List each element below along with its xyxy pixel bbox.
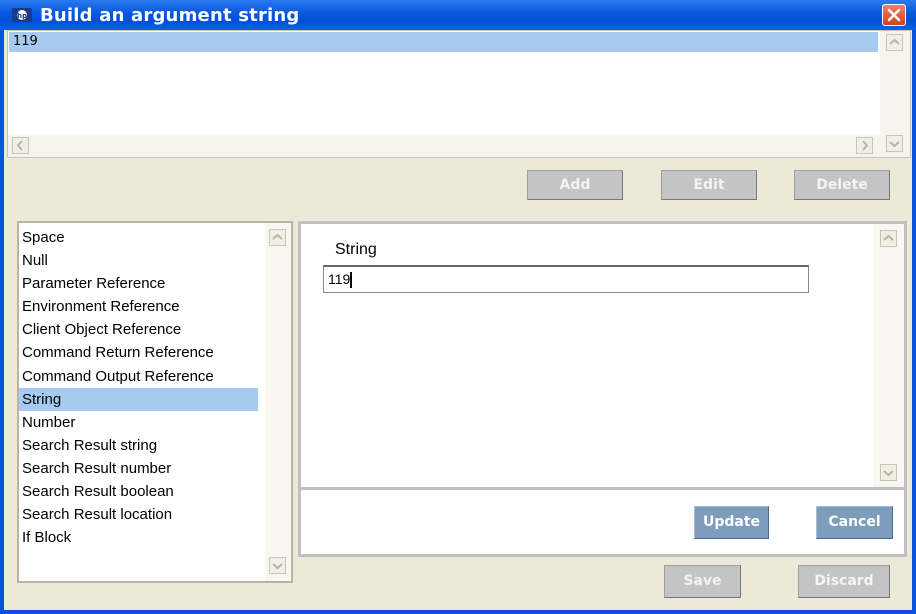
type-list-items: Space Null Parameter Reference Environment … (19, 223, 291, 549)
type-list-item[interactable]: Search Result boolean (19, 480, 291, 503)
delete-button[interactable]: Delete (794, 170, 890, 200)
argument-list-row[interactable]: 119 (9, 32, 878, 52)
string-input-value: 119 (328, 271, 351, 287)
chevron-down-icon (889, 141, 900, 148)
chevron-up-icon (883, 234, 894, 241)
argument-list-hscrollbar[interactable] (8, 135, 880, 157)
type-list[interactable]: Space Null Parameter Reference Environment … (17, 221, 293, 583)
update-button[interactable]: Update (694, 506, 769, 539)
close-icon (887, 8, 901, 22)
cancel-button[interactable]: Cancel (816, 506, 893, 539)
type-list-vscrollbar[interactable] (265, 223, 291, 581)
argument-row-text: 119 (13, 34, 38, 49)
type-list-item[interactable]: Number (19, 411, 291, 434)
chevron-down-icon (883, 470, 894, 477)
type-list-item[interactable]: Command Output Reference (19, 365, 291, 388)
chevron-right-icon (862, 140, 869, 151)
title-bar[interactable]: hp Build an argument string (0, 0, 916, 30)
editor-footer: Update Cancel (298, 490, 907, 557)
edit-button[interactable]: Edit (661, 170, 757, 200)
chevron-down-icon (272, 563, 283, 570)
add-button[interactable]: Add (527, 170, 623, 200)
dialog-window: hp Build an argument string 119 Add Edit… (0, 0, 916, 614)
chevron-left-icon (16, 140, 23, 151)
type-list-item[interactable]: If Block (19, 526, 291, 549)
type-list-item[interactable]: Search Result string (19, 434, 291, 457)
argument-list-vscrollbar[interactable] (880, 31, 910, 157)
type-list-item[interactable]: Environment Reference (19, 295, 291, 318)
chevron-up-icon (272, 233, 283, 240)
type-list-item[interactable]: Parameter Reference (19, 272, 291, 295)
svg-text:hp: hp (17, 12, 27, 20)
scroll-left-button[interactable] (12, 137, 29, 154)
string-input[interactable]: 119 (323, 265, 809, 293)
dialog-client: 119 Add Edit Delete Space Null Parameter… (4, 30, 912, 610)
type-list-item[interactable]: Search Result location (19, 503, 291, 526)
scroll-right-button[interactable] (856, 137, 873, 154)
type-list-item[interactable]: Null (19, 249, 291, 272)
chevron-up-icon (889, 38, 900, 45)
window-title: Build an argument string (40, 5, 300, 26)
close-button[interactable] (882, 4, 906, 26)
type-list-item[interactable]: Search Result number (19, 457, 291, 480)
type-scroll-up-button[interactable] (269, 229, 286, 246)
editor-vscrollbar[interactable] (873, 224, 904, 487)
editor-scroll-down-button[interactable] (880, 464, 897, 481)
editor-panel: String 119 (298, 221, 907, 490)
type-list-item[interactable]: Command Return Reference (19, 341, 291, 364)
save-button[interactable]: Save (664, 565, 741, 598)
hp-logo-icon: hp (12, 8, 32, 22)
string-field-label: String (335, 241, 377, 258)
discard-button[interactable]: Discard (798, 565, 890, 598)
text-caret (350, 272, 353, 289)
scroll-up-button[interactable] (886, 34, 903, 51)
type-list-item[interactable]: Client Object Reference (19, 318, 291, 341)
type-list-item[interactable]: Space (19, 226, 291, 249)
scroll-down-button[interactable] (886, 135, 903, 152)
type-scroll-down-button[interactable] (269, 557, 286, 574)
editor-scroll-up-button[interactable] (880, 230, 897, 247)
type-list-item[interactable]: String (19, 387, 258, 411)
argument-list[interactable]: 119 (7, 30, 911, 158)
